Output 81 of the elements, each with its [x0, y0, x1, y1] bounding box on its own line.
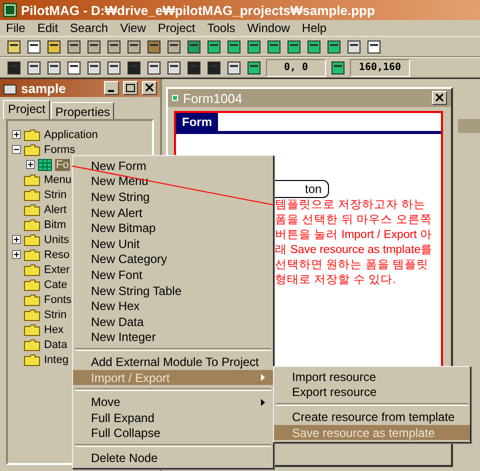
popup-command[interactable]: Export resource	[274, 384, 470, 400]
expander-icon[interactable]	[12, 130, 21, 139]
menu-bar-item[interactable]: View	[120, 21, 146, 35]
tab[interactable]: Project	[3, 100, 50, 119]
popup-command[interactable]: Full Collapse	[73, 426, 273, 442]
menu-bar-item[interactable]: Window	[247, 21, 290, 35]
folder-icon	[24, 234, 40, 246]
menu-bar-item[interactable]: Edit	[37, 21, 58, 35]
form-window-icon	[172, 95, 178, 101]
expander-icon[interactable]	[12, 145, 21, 154]
tree-item[interactable]: Strin	[43, 308, 68, 320]
folder-icon	[24, 338, 40, 350]
popup-command[interactable]: New Form	[73, 158, 273, 174]
expander-icon[interactable]	[12, 250, 21, 259]
annotation-text: 템플릿으로 저장하고자 하는 폼을 선택한 뒤 마우스 오른쪽 버튼을 눌러 Import / Export 아래 Save resource as tmplate를 선택하면 원하는 폼을 템플릿 형태로 저장할 수 있다.	[275, 198, 434, 288]
folder-icon	[24, 354, 40, 366]
folder-icon	[24, 128, 40, 140]
folder-icon	[24, 278, 40, 290]
popup-command[interactable]: Move	[73, 394, 273, 410]
close-button[interactable]	[142, 81, 157, 95]
tree-item[interactable]: Menu	[43, 174, 73, 186]
submenu-arrow-icon	[261, 374, 265, 382]
popup-command[interactable]: New Alert	[73, 204, 273, 220]
popup-command[interactable]: New Category	[73, 252, 273, 268]
tree-item[interactable]: Alert	[43, 204, 68, 216]
popup-command[interactable]: New Bitmap	[73, 220, 273, 236]
popup-command[interactable]: New String Table	[73, 282, 273, 298]
tree-item[interactable]: Fonts	[43, 294, 73, 306]
position-field[interactable]: 0, 0	[266, 58, 326, 76]
menu-bar-item[interactable]: Project	[158, 21, 196, 35]
tree-item[interactable]: Strin	[43, 188, 68, 200]
tree-item[interactable]: Units	[43, 234, 70, 246]
folder-icon	[24, 294, 40, 306]
popup-command[interactable]: New Data	[73, 314, 273, 330]
tree-item[interactable]: Reso	[43, 248, 71, 260]
size-field[interactable]: 160,160	[350, 58, 410, 76]
popup-command[interactable]: Create resource from template	[274, 409, 470, 425]
tree-item[interactable]: Integ	[43, 354, 70, 366]
popup-command[interactable]: Import resource	[274, 369, 470, 385]
popup-command[interactable]: Full Expand	[73, 410, 273, 426]
tree-item[interactable]: Cate	[43, 278, 68, 290]
tree-item[interactable]: Fo	[55, 158, 70, 170]
popup-command[interactable]: New Unit	[73, 236, 273, 252]
tree-item[interactable]: Hex	[43, 324, 65, 336]
folder-icon	[24, 174, 40, 186]
folder-icon	[24, 264, 40, 276]
menu-bar-item[interactable]: Tools	[207, 21, 236, 35]
app-icon	[3, 3, 17, 17]
maximize-button[interactable]	[123, 81, 138, 95]
folder-icon	[24, 308, 40, 320]
popup-command[interactable]: Add External Module To Project	[73, 354, 273, 370]
tree-item[interactable]: Exter	[43, 264, 71, 276]
popup-command[interactable]: Delete Node	[73, 450, 273, 466]
folder-icon	[24, 324, 40, 336]
tree-item[interactable]: Forms	[43, 144, 76, 156]
window-title: PilotMAG - D:₩drive_e₩pilotMAG_projects₩sample.ppp	[21, 2, 375, 18]
form-window-title: Form1004	[183, 90, 244, 106]
submenu-arrow-icon	[261, 398, 265, 406]
menu-bar-item[interactable]: Help	[302, 21, 327, 35]
folder-icon	[24, 204, 40, 216]
project-icon	[3, 82, 17, 94]
menu-bar-item[interactable]: File	[6, 21, 26, 35]
popup-command[interactable]: New Hex	[73, 298, 273, 314]
expander-icon[interactable]	[26, 160, 35, 169]
menu-bar-item[interactable]: Search	[70, 21, 108, 35]
popup-command[interactable]: New Integer	[73, 330, 273, 346]
folder-icon	[24, 248, 40, 260]
minimize-button[interactable]	[104, 81, 119, 95]
tree-item[interactable]: Bitm	[43, 218, 67, 230]
tab[interactable]: Properties	[51, 102, 114, 119]
close-button[interactable]	[432, 91, 447, 105]
tree-item[interactable]: Application	[43, 128, 99, 140]
form-title: Form	[176, 113, 218, 131]
window-title-bar	[458, 119, 480, 133]
tree-item[interactable]: Data	[43, 338, 68, 350]
expander-icon[interactable]	[12, 235, 21, 244]
folder-icon	[24, 188, 40, 200]
popup-command[interactable]: New Font	[73, 267, 273, 283]
folder-icon	[24, 218, 40, 230]
panel-title: sample	[21, 80, 67, 96]
folder-icon	[24, 144, 40, 156]
